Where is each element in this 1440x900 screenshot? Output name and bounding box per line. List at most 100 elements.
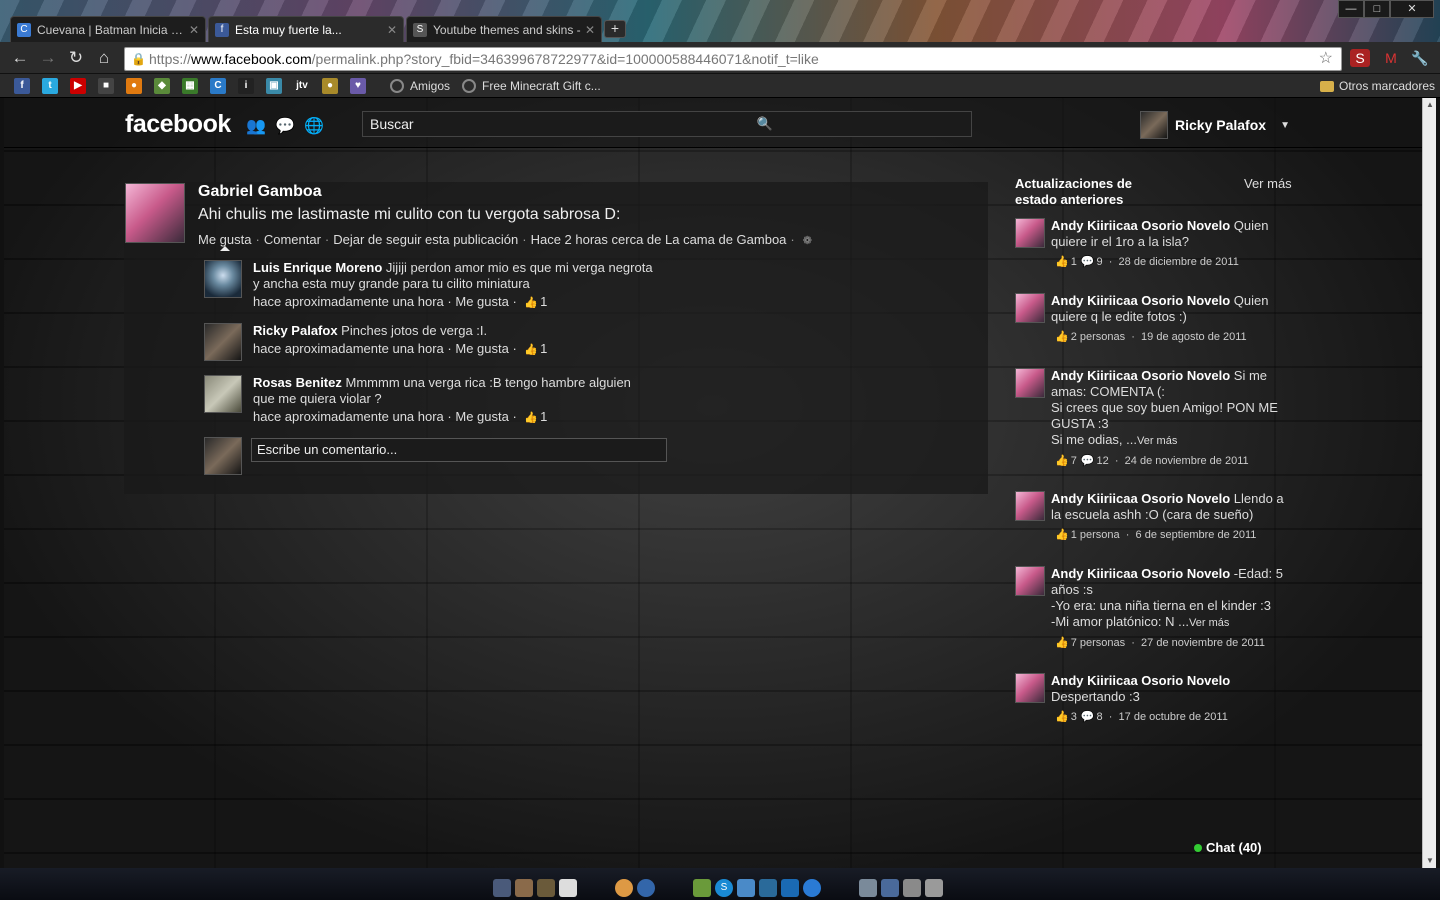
- avatar[interactable]: [1015, 566, 1045, 596]
- chevron-down-icon[interactable]: ▼: [1280, 120, 1290, 131]
- dock-app-icon[interactable]: [759, 879, 777, 897]
- privacy-gear-icon[interactable]: ❁: [803, 235, 812, 247]
- commenter-avatar[interactable]: [204, 323, 242, 361]
- creeper-icon[interactable]: ▦: [182, 78, 198, 94]
- update-date[interactable]: 19 de agosto de 2011: [1141, 331, 1247, 343]
- forward-icon[interactable]: →: [38, 48, 58, 68]
- dock-app-icon[interactable]: [859, 879, 877, 897]
- pumpkin-icon[interactable]: ●: [126, 78, 142, 94]
- box-icon[interactable]: ◆: [154, 78, 170, 94]
- tab-close-icon[interactable]: ✕: [387, 23, 397, 37]
- tab-close-icon[interactable]: ✕: [189, 23, 199, 37]
- c-icon[interactable]: C: [210, 78, 226, 94]
- image-icon[interactable]: ▣: [266, 78, 282, 94]
- youtube-icon[interactable]: ▶: [70, 78, 86, 94]
- like-link[interactable]: Me gusta: [198, 232, 251, 247]
- scroll-up-icon[interactable]: ▲: [1423, 98, 1437, 112]
- twitter-icon[interactable]: t: [42, 78, 58, 94]
- jtv-icon[interactable]: jtv: [294, 78, 310, 94]
- update-date[interactable]: 27 de noviembre de 2011: [1141, 637, 1265, 649]
- avatar[interactable]: [1015, 368, 1045, 398]
- avatar[interactable]: [1015, 293, 1045, 323]
- vertical-scrollbar[interactable]: ▲ ▼: [1422, 98, 1436, 868]
- chrome-icon[interactable]: [615, 879, 633, 897]
- close-window-button[interactable]: ✕: [1390, 0, 1434, 18]
- update-author[interactable]: Andy Kiiriicaa Osorio Novelo: [1051, 491, 1230, 506]
- wrench-icon[interactable]: 🔧: [1410, 49, 1430, 67]
- settings-gear-icon[interactable]: [903, 879, 921, 897]
- minimize-button[interactable]: —: [1338, 0, 1364, 18]
- coin-icon[interactable]: ●: [322, 78, 338, 94]
- bookmark-star-icon[interactable]: ☆: [1319, 48, 1333, 70]
- comment-time[interactable]: hace aproximadamente una hora: [253, 341, 444, 356]
- see-more-link[interactable]: Ver más: [1189, 617, 1229, 629]
- author-avatar[interactable]: [125, 183, 185, 243]
- tab-close-icon[interactable]: ✕: [585, 23, 595, 37]
- maximize-button[interactable]: □: [1364, 0, 1390, 18]
- extension-s-icon[interactable]: S: [1350, 49, 1370, 67]
- story-author[interactable]: Gabriel Gamboa: [198, 183, 322, 201]
- update-comment-count[interactable]: 9: [1097, 256, 1103, 268]
- update-like-count[interactable]: 1 persona: [1071, 529, 1120, 541]
- user-profile-button[interactable]: Ricky Palafox ▼: [1140, 111, 1290, 139]
- lock-icon[interactable]: 🔒: [131, 48, 146, 70]
- avatar[interactable]: [1015, 673, 1045, 703]
- update-author[interactable]: Andy Kiiriicaa Osorio Novelo: [1051, 293, 1230, 308]
- avatar[interactable]: [1015, 218, 1045, 248]
- comment-link[interactable]: Comentar: [264, 232, 321, 247]
- info-icon[interactable]: i: [238, 78, 254, 94]
- update-comment-count[interactable]: 12: [1097, 455, 1109, 467]
- new-tab-button[interactable]: +: [604, 20, 626, 38]
- commenter-avatar[interactable]: [204, 375, 242, 413]
- see-more-link[interactable]: Ver más: [1137, 435, 1177, 447]
- gmail-icon[interactable]: M: [1381, 49, 1401, 67]
- messenger-icon[interactable]: [693, 879, 711, 897]
- friend-requests-icon[interactable]: 👥: [246, 118, 266, 136]
- messages-icon[interactable]: 💬: [275, 118, 295, 136]
- comment-like-link[interactable]: Me gusta: [455, 409, 508, 424]
- update-author[interactable]: Andy Kiiriicaa Osorio Novelo: [1051, 368, 1230, 383]
- chat-app-icon[interactable]: [737, 879, 755, 897]
- sidebar-see-more-link[interactable]: Ver más: [1244, 176, 1292, 191]
- update-date[interactable]: 24 de noviembre de 2011: [1125, 455, 1249, 467]
- update-comment-count[interactable]: 8: [1097, 711, 1103, 723]
- comment-input[interactable]: Escribe un comentario...: [251, 438, 667, 462]
- update-author[interactable]: Andy Kiiriicaa Osorio Novelo: [1051, 566, 1230, 581]
- dock-app-icon[interactable]: [781, 879, 799, 897]
- update-author[interactable]: Andy Kiiriicaa Osorio Novelo: [1051, 673, 1230, 688]
- comment-like-count[interactable]: 1: [540, 294, 547, 309]
- reload-icon[interactable]: ↻: [66, 48, 86, 68]
- commenter-name[interactable]: Luis Enrique Moreno: [253, 260, 382, 275]
- address-bar[interactable]: 🔒 https://www.facebook.com/permalink.php…: [124, 47, 1342, 71]
- commenter-name[interactable]: Rosas Benitez: [253, 375, 342, 390]
- comment-time[interactable]: hace aproximadamente una hora: [253, 294, 444, 309]
- search-icon[interactable]: 🔍: [757, 112, 773, 136]
- commenter-name[interactable]: Ricky Palafox: [253, 323, 338, 338]
- back-icon[interactable]: ←: [10, 48, 30, 68]
- trash-icon[interactable]: [925, 879, 943, 897]
- comment-like-count[interactable]: 1: [540, 341, 547, 356]
- chat-button[interactable]: Chat (40): [1194, 840, 1262, 855]
- heart-icon[interactable]: ♥: [350, 78, 366, 94]
- update-date[interactable]: 6 de septiembre de 2011: [1136, 529, 1257, 541]
- scroll-down-icon[interactable]: ▼: [1423, 854, 1437, 868]
- story-timestamp[interactable]: Hace 2 horas cerca de La cama de Gamboa: [531, 232, 787, 247]
- comment-time[interactable]: hace aproximadamente una hora: [253, 409, 444, 424]
- home-icon[interactable]: ⌂: [94, 48, 114, 68]
- facebook-icon[interactable]: f: [14, 78, 30, 94]
- bookmark-amigos[interactable]: Amigos: [390, 78, 450, 94]
- dock-app-icon[interactable]: [559, 879, 577, 897]
- tab-youtube-themes[interactable]: S Youtube themes and skins - ✕: [406, 16, 602, 42]
- dock-app-icon[interactable]: [537, 879, 555, 897]
- update-author[interactable]: Andy Kiiriicaa Osorio Novelo: [1051, 218, 1230, 233]
- facebook-logo[interactable]: facebook: [125, 110, 231, 139]
- site-icon[interactable]: ■: [98, 78, 114, 94]
- update-like-count[interactable]: 1: [1071, 256, 1077, 268]
- comment-like-count[interactable]: 1: [540, 409, 547, 424]
- comment-like-link[interactable]: Me gusta: [455, 294, 508, 309]
- update-like-count[interactable]: 7: [1071, 455, 1077, 467]
- search-input[interactable]: Buscar 🔍: [362, 111, 972, 137]
- bookmark-free-minecraft[interactable]: Free Minecraft Gift c...: [462, 78, 601, 94]
- tab-facebook-post[interactable]: f Esta muy fuerte la... ✕: [208, 16, 404, 42]
- bookmark-otros-marcadores[interactable]: Otros marcadores: [1320, 78, 1435, 94]
